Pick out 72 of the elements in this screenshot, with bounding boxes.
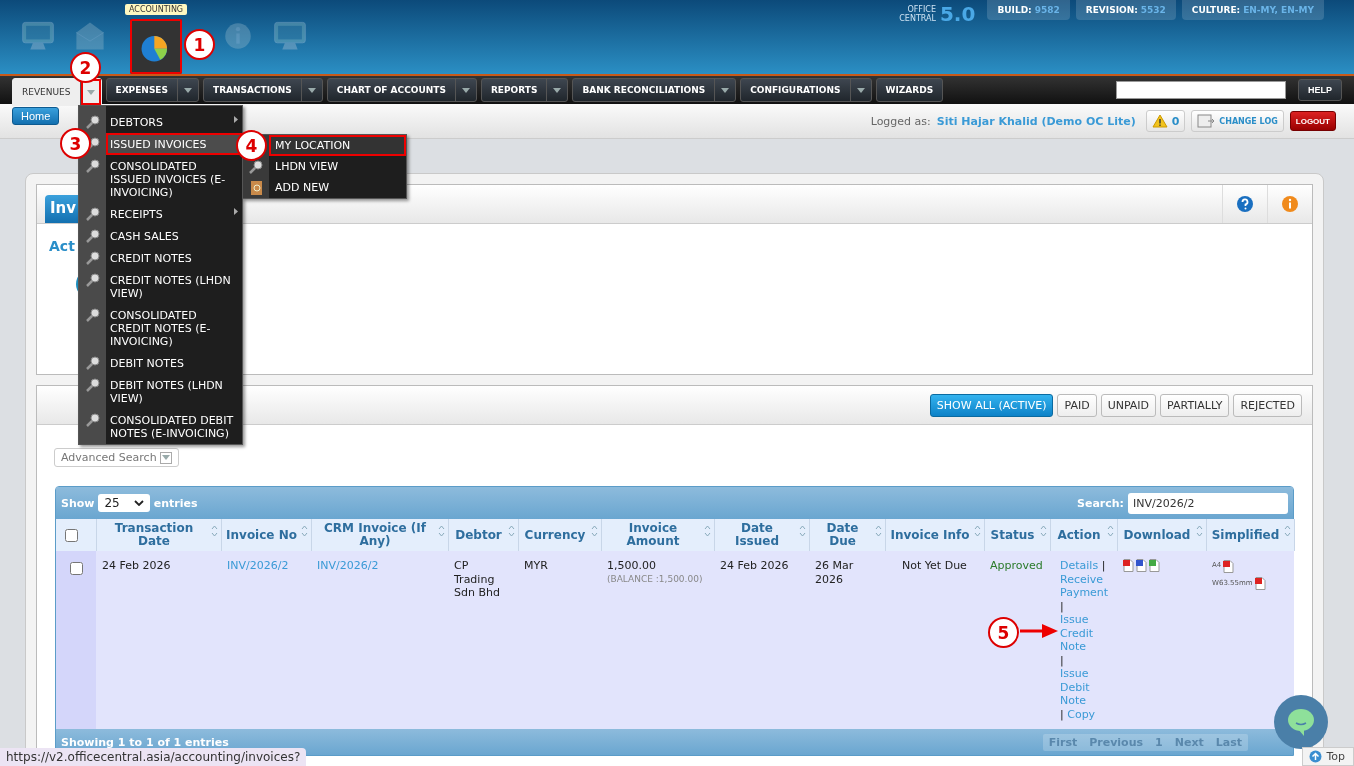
menu-item[interactable]: CASH SALES [106,225,242,247]
entries-label: entries [153,496,198,510]
nav-tab[interactable]: CONFIGURATIONS [740,78,872,102]
advanced-search-toggle[interactable]: Advanced Search [54,448,179,467]
page-size-select[interactable]: 25 [98,494,150,512]
column-header[interactable]: Invoice Info [885,519,984,551]
table-cell: 24 Feb 2026 [102,559,171,572]
table-search-field[interactable]: INV/2026/2 [1128,492,1288,514]
menu-item[interactable]: CONSOLIDATED CREDIT NOTES (E-INVOICING) [106,304,242,352]
balance-text: (BALANCE :1,500.00) [607,572,704,586]
column-header[interactable]: CRM Invoice (If Any) [311,519,448,551]
column-header[interactable]: Invoice No [221,519,311,551]
table-cell: 26 Mar 2026 [815,559,854,586]
search-label: Search: [1077,496,1124,510]
column-header[interactable]: Invoice Amount [601,519,714,551]
menu-item[interactable]: CREDIT NOTES [106,247,242,269]
help-button[interactable]: HELP [1298,79,1342,101]
separator: | [1101,559,1106,572]
nav-tab[interactable]: REPORTS [480,78,569,102]
filter-button[interactable]: PAID [1057,393,1097,417]
info-badge: BUILD: 9582 [987,0,1070,20]
product-name: OFFICE CENTRAL [899,5,936,23]
submenu-item[interactable]: LHDN VIEW [269,156,406,177]
status-text: Approved [990,559,1043,572]
filter-button[interactable]: PARTIALLY [1160,393,1230,417]
column-header[interactable]: Download [1117,519,1206,551]
section-title: Act [49,238,75,254]
nav-tab[interactable]: TRANSACTIONS [203,78,323,102]
menu-item[interactable]: DEBIT NOTES (LHDN VIEW) [106,374,242,409]
column-header[interactable]: Date Issued [714,519,809,551]
column-header[interactable]: Transaction Date [96,519,221,551]
submenu-item[interactable]: ADD NEW [269,177,406,198]
column-header[interactable]: Simplified [1206,519,1294,551]
column-header[interactable]: Date Due [809,519,885,551]
separator: | [1060,653,1064,667]
home-button[interactable]: Home [12,107,60,125]
panel-title: Inv [45,195,78,223]
menu-item[interactable]: ISSUED INVOICES [106,133,242,155]
column-header[interactable]: Currency [518,519,601,551]
entries-info: Showing 1 to 1 of 1 entries [61,735,229,749]
column-header[interactable]: Action [1050,519,1117,551]
status-url: https://v2.officecentral.asia/accounting/invoices? [0,748,307,766]
version-number: 5.0 [939,2,976,26]
table-cell: Not Yet Due [902,559,967,572]
table-cell: 24 Feb 2026 [720,559,789,572]
column-header[interactable]: Status [984,519,1050,551]
table-cell: CP Trading Sdn Bhd [454,559,500,599]
menu-item[interactable]: RECEIPTS [106,203,242,225]
logout-button[interactable]: LOGOUT [1289,111,1336,131]
submenu-item[interactable]: MY LOCATION [269,135,406,156]
menu-item[interactable]: DEBIT NOTES [106,352,242,374]
amount-cell-text: 1,500.00 [607,559,657,573]
menu-item[interactable]: DEBTORS [106,111,242,133]
show-label: Show [61,496,95,510]
nav-tab[interactable]: WIZARDS [875,78,944,102]
menu-item[interactable]: CREDIT NOTES (LHDN VIEW) [106,269,242,304]
filter-button[interactable]: REJECTED [1233,393,1302,417]
menu-item[interactable]: CONSOLIDATED DEBIT NOTES (E-INVOICING) [106,409,242,444]
nav-tab[interactable]: CHART OF ACCOUNTS [326,78,477,102]
nav-tab[interactable]: BANK RECONCILIATIONS [572,78,737,102]
info-badge: CULTURE: EN-MY, EN-MY [1181,0,1324,20]
info-badge: REVISION: 5532 [1075,0,1176,20]
logged-label: Logged as: [870,114,931,128]
tooltip: ACCOUNTING [125,4,188,15]
table-cell: MYR [524,559,548,572]
nav-tab[interactable]: EXPENSES [105,78,199,102]
top-button[interactable]: Top [1302,747,1354,766]
column-header[interactable]: Debtor [448,519,518,551]
separator: | [1060,599,1064,613]
filter-button[interactable]: UNPAID [1100,393,1157,417]
nav-tab[interactable]: REVENUES [12,78,102,106]
separator: | [1060,707,1064,721]
